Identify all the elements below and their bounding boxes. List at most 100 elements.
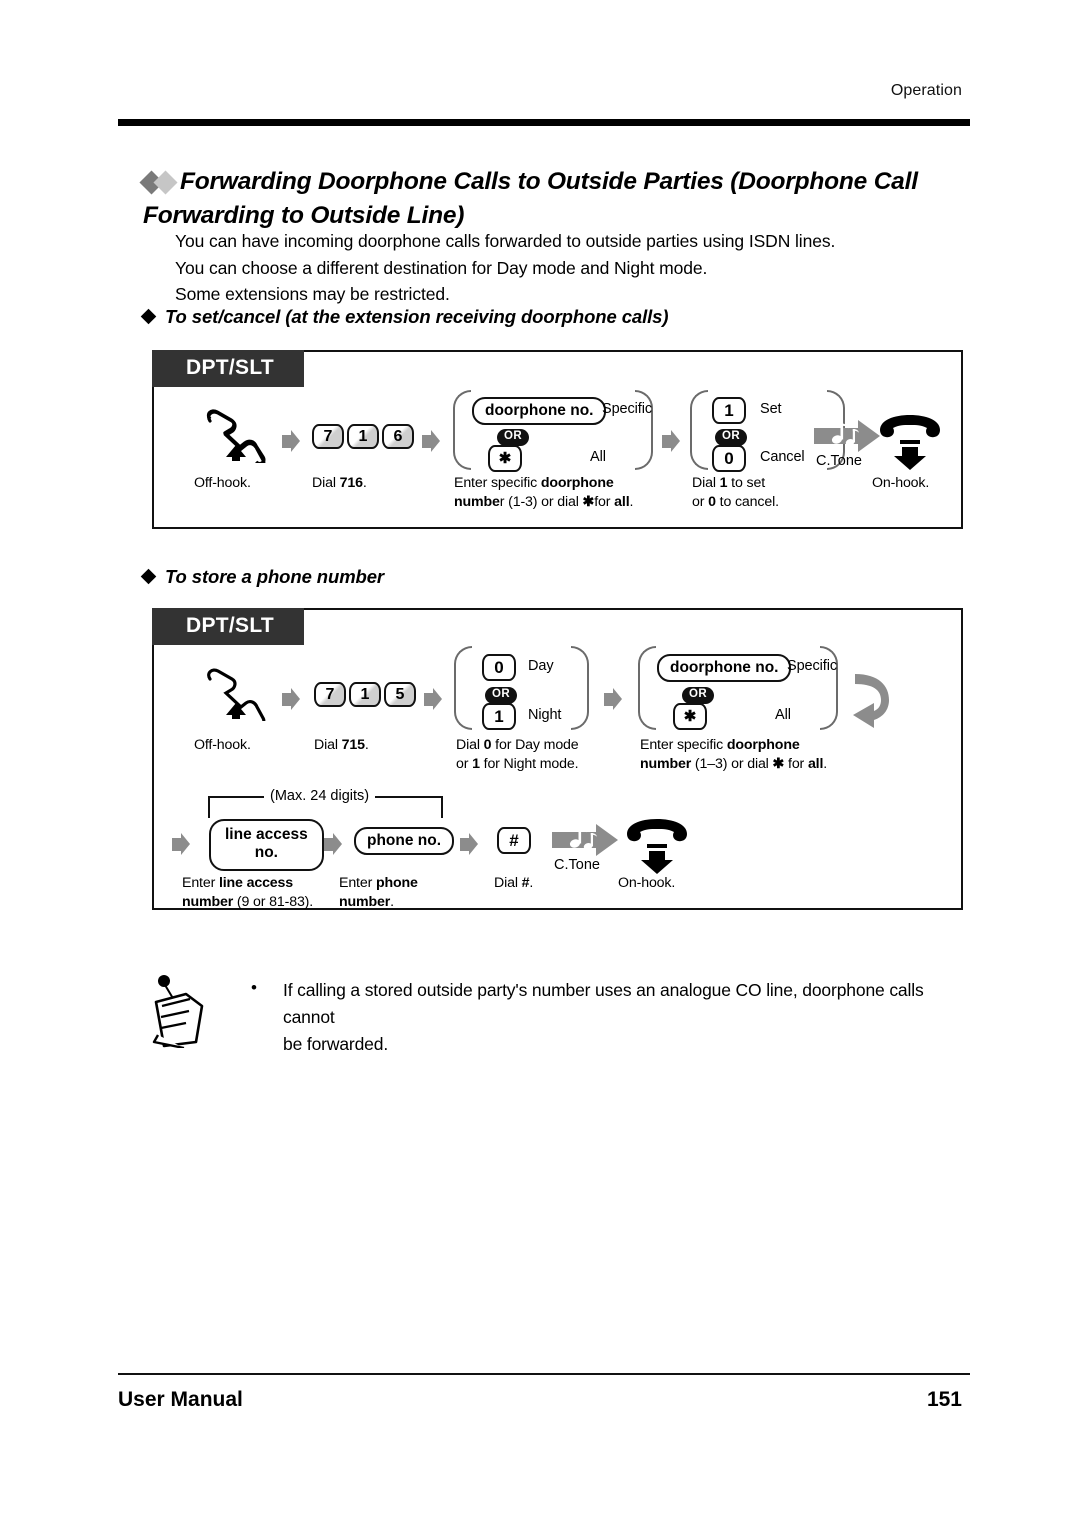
step-confirmation-tone-2 [552,824,618,861]
handset-onhook-icon [880,415,940,470]
step-key-cancel: 0 [712,445,749,472]
keycap-1[interactable]: 1 [349,682,381,707]
step-key-day: 0 [482,654,519,681]
label-ctone-2: C.Tone [554,857,600,873]
caption-dial-715: Dial 715. [314,737,369,753]
label-all-2: All [775,707,791,723]
pill-line-access-no[interactable]: line access no. [209,819,324,871]
caption-onhook-1: On-hook. [872,475,930,491]
label-cancel: Cancel [760,449,805,465]
caption-doorphone-no-2: Enter specific doorphone number (1–3) or… [640,737,828,773]
page-title: Forwarding Doorphone Calls to Outside Pa… [139,166,978,232]
caption-dial-hash: Dial #. [494,875,534,891]
label-all-1: All [590,449,606,465]
intro-line-1: You can have incoming doorphone calls fo… [175,231,836,251]
keycap-0-day[interactable]: 0 [482,654,516,681]
double-diamond-icon [139,168,178,200]
step-star-key-1: ✱ [488,445,525,472]
pill-phone-no[interactable]: phone no. [354,827,455,856]
pill-line-access-line1: line access [225,826,308,843]
label-night: Night [528,707,562,723]
confirmation-tone-icon [814,420,880,452]
label-day: Day [528,658,554,674]
flow-arrow-icon [324,833,342,856]
keycap-0-cancel[interactable]: 0 [712,445,746,472]
pill-line-access-line2: no. [254,844,278,862]
keycap-1-set[interactable]: 1 [712,397,746,424]
step-star-key-2: ✱ [673,703,710,730]
step-key-night: 1 [482,703,519,730]
header-rule [118,119,970,126]
caption-dial-716: Dial 716. [312,475,367,491]
pill-doorphone-no[interactable]: doorphone no. [472,397,607,426]
step-hash-key: # [497,827,534,854]
wrap-arrow-icon [847,670,893,733]
subheading-set-cancel: To set/cancel (at the extension receivin… [140,306,669,328]
note-bullet: • [251,978,257,997]
label-set: Set [760,401,782,417]
running-head: Operation [890,82,962,99]
step-line-access-no: line access no. [209,819,324,871]
subheading-store-phone-number: To store a phone number [140,566,385,588]
label-specific-1: Specific [602,401,652,417]
handset-offhook-icon [207,668,266,727]
procedure-box-store-number: DPT/SLT Off-hook. 715 Dial 715. 0 Day OR… [152,608,963,910]
keycap-7[interactable]: 7 [312,424,344,449]
page-title-text: Forwarding Doorphone Calls to Outside Pa… [143,168,918,229]
or-badge-1: OR [497,426,530,446]
label-max-digits: (Max. 24 digits) [264,788,376,804]
caption-doorphone-no-1: Enter specific doorphone number (1-3) or… [454,475,634,511]
confirmation-tone-icon [552,824,618,856]
footer-title: User Manual [118,1388,243,1411]
keycap-hash[interactable]: # [497,827,531,854]
caption-offhook-1: Off-hook. [194,475,251,491]
label-specific-2: Specific [787,658,837,674]
procedure-box-set-cancel: DPT/SLT Off-hook. 716 Dial 716. doorphon… [152,350,963,529]
subheading-store-text: To store a phone number [165,566,385,587]
arrow-down-icon [641,851,673,874]
diamond-bullet-icon [140,308,157,325]
note-pad-icon [150,972,212,1053]
flow-arrow-icon [282,688,300,711]
step-dial-715: 715 [314,682,419,707]
label-ctone-1: C.Tone [816,453,862,469]
keycap-7[interactable]: 7 [314,682,346,707]
note-line-2: be forwarded. [283,1034,389,1055]
keycap-1[interactable]: 1 [347,424,379,449]
flow-arrow-icon [604,688,622,711]
caption-set-cancel: Dial 1 to set or 0 to cancel. [692,475,779,511]
flow-arrow-icon [662,430,680,453]
handset-offhook-icon [206,409,266,469]
procedure-banner-dpt-slt-2: DPT/SLT [152,608,305,645]
option-group-bracket [454,646,589,730]
caption-line-access: Enter line access number (9 or 81-83). [182,875,314,911]
flow-arrow-icon [424,688,442,711]
diamond-bullet-icon [140,568,157,585]
step-key-set: 1 [712,397,749,424]
keycap-star[interactable]: ✱ [673,703,707,730]
step-onhook-1 [872,414,948,475]
keycap-5[interactable]: 5 [384,682,416,707]
caption-phone-no: Enter phone number. [339,875,418,911]
document-page: Operation Forwarding Doorphone Calls to … [0,0,1080,1528]
step-phone-no: phone no. [354,827,455,856]
intro-paragraph: You can have incoming doorphone calls fo… [175,228,975,308]
arrow-down-icon [894,447,926,470]
caption-offhook-2: Off-hook. [194,737,251,753]
intro-line-2: You can choose a different destination f… [175,257,708,278]
step-confirmation-tone-1 [814,420,880,457]
or-badge-4: OR [682,684,715,704]
procedure-banner-dpt-slt-1: DPT/SLT [152,350,305,387]
keycap-1-night[interactable]: 1 [482,703,516,730]
step-offhook-2 [200,667,272,727]
pill-doorphone-no[interactable]: doorphone no. [657,654,792,683]
step-dial-716: 716 [312,424,417,449]
step-doorphone-no-1: doorphone no. [472,397,607,426]
keycap-star[interactable]: ✱ [488,445,522,472]
keycap-6[interactable]: 6 [382,424,414,449]
intro-line-3: Some extensions may be restricted. [175,284,450,305]
step-offhook-1 [200,409,272,469]
flow-arrow-icon [460,833,478,856]
subheading-set-cancel-text: To set/cancel (at the extension receivin… [165,306,669,327]
step-onhook-2 [619,818,695,879]
